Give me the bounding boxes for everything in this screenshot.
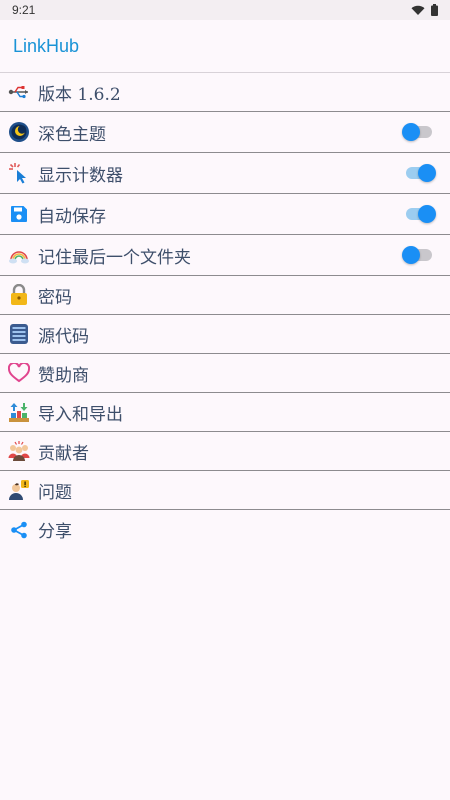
settings-item-sponsors[interactable]: 赞助商 (0, 354, 450, 393)
toggle-knob (402, 246, 420, 264)
cursor-click-icon (8, 162, 30, 184)
settings-item-label: 密码 (38, 287, 72, 308)
dark-theme-toggle[interactable] (402, 123, 432, 141)
toggle-knob (402, 123, 420, 141)
battery-icon (431, 4, 438, 16)
settings-item-label: 导入和导出 (38, 404, 123, 425)
settings-item-label: 赞助商 (38, 365, 89, 386)
share-icon (8, 519, 30, 541)
issues-icon (8, 479, 30, 501)
settings-item-version[interactable]: 版本 1.6.2 (0, 73, 450, 112)
settings-item-label: 记住最后一个文件夹 (38, 247, 191, 268)
settings-item-remember-folder[interactable]: 记住最后一个文件夹 (0, 235, 450, 276)
settings-item-contributors[interactable]: 贡献者 (0, 432, 450, 471)
settings-item-import-export[interactable]: 导入和导出 (0, 393, 450, 432)
settings-item-autosave[interactable]: 自动保存 (0, 194, 450, 235)
toggle-knob (418, 205, 436, 223)
autosave-toggle[interactable] (406, 205, 436, 223)
source-code-icon (8, 323, 30, 345)
status-time: 9:21 (12, 3, 36, 17)
settings-item-label: 分享 (38, 522, 72, 542)
dark-theme-icon (8, 121, 30, 143)
usb-version-icon (8, 81, 30, 103)
settings-item-issues[interactable]: 问题 (0, 471, 450, 510)
settings-item-show-counter[interactable]: 显示计数器 (0, 153, 450, 194)
toggle-knob (418, 164, 436, 182)
app-bar: LinkHub (0, 20, 450, 73)
heart-icon (8, 362, 30, 384)
settings-item-label: 显示计数器 (38, 165, 123, 186)
settings-item-label: 贡献者 (38, 443, 89, 464)
import-export-icon (8, 401, 30, 423)
save-icon (8, 203, 30, 225)
settings-list: 版本 1.6.2 深色主题 显示计数器 自动保存 记住最后一个文件夹 密码 源代… (0, 73, 450, 549)
lock-icon (8, 284, 30, 306)
settings-item-label: 自动保存 (38, 206, 106, 227)
remember-folder-toggle[interactable] (402, 246, 432, 264)
settings-item-share[interactable]: 分享 (0, 510, 450, 549)
settings-item-password[interactable]: 密码 (0, 276, 450, 315)
settings-item-label: 深色主题 (38, 124, 106, 145)
settings-item-dark-theme[interactable]: 深色主题 (0, 112, 450, 153)
show-counter-toggle[interactable] (406, 164, 436, 182)
wifi-icon (411, 5, 425, 15)
settings-item-label: 源代码 (38, 326, 89, 347)
app-title: LinkHub (13, 35, 80, 56)
settings-item-label: 版本 1.6.2 (38, 84, 121, 105)
settings-item-source-code[interactable]: 源代码 (0, 315, 450, 354)
contributors-icon (8, 440, 30, 462)
settings-item-label: 问题 (38, 482, 72, 503)
rainbow-cloud-icon (8, 244, 30, 266)
status-bar: 9:21 (0, 0, 450, 20)
